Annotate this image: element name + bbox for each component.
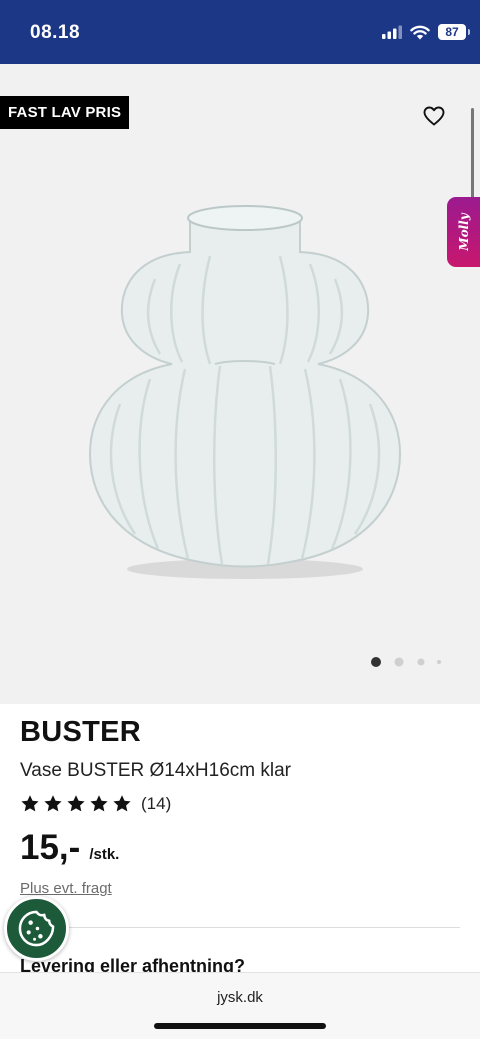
product-title: BUSTER (20, 716, 142, 748)
browser-address-bar[interactable]: jysk.dk (0, 972, 480, 1039)
battery-indicator: 87 (438, 24, 470, 40)
vase-product-image (88, 205, 402, 579)
product-image-gallery[interactable]: FAST LAV PRIS Molly (0, 64, 480, 704)
review-count[interactable]: (14) (141, 794, 171, 814)
carousel-dots[interactable] (370, 656, 445, 668)
signal-icon (382, 25, 402, 39)
molly-chat-tab[interactable]: Molly (447, 197, 480, 267)
section-divider (20, 927, 460, 928)
carousel-dot-2 (394, 657, 404, 667)
price-unit: /stk. (89, 846, 120, 863)
star-icon (67, 795, 85, 812)
scroll-indicator (471, 108, 474, 200)
star-icon (90, 795, 108, 812)
star-icon (44, 795, 62, 812)
carousel-dot-4 (437, 660, 441, 664)
url-text[interactable]: jysk.dk (0, 989, 480, 1006)
carousel-dot-3 (417, 658, 425, 666)
star-icon (113, 795, 131, 812)
home-indicator[interactable] (154, 1023, 326, 1029)
cookie-settings-button[interactable] (4, 896, 69, 961)
status-bar: 08.18 87 (0, 0, 480, 64)
molly-label: Molly (456, 213, 471, 251)
status-icons: 87 (382, 24, 470, 40)
status-time: 08.18 (30, 22, 81, 43)
star-icon (21, 795, 39, 812)
carousel-dot-1 (371, 657, 381, 667)
rating[interactable]: (14) (20, 794, 171, 814)
cookie-icon (18, 910, 55, 947)
shipping-link[interactable]: Plus evt. fragt (20, 880, 112, 897)
heart-icon[interactable] (422, 104, 446, 128)
price-row: 15,- /stk. (20, 828, 119, 868)
product-description: Vase BUSTER Ø14xH16cm klar (20, 760, 292, 781)
price-badge: FAST LAV PRIS (0, 96, 130, 129)
wifi-icon (410, 25, 430, 39)
product-price: 15,- (20, 828, 81, 867)
